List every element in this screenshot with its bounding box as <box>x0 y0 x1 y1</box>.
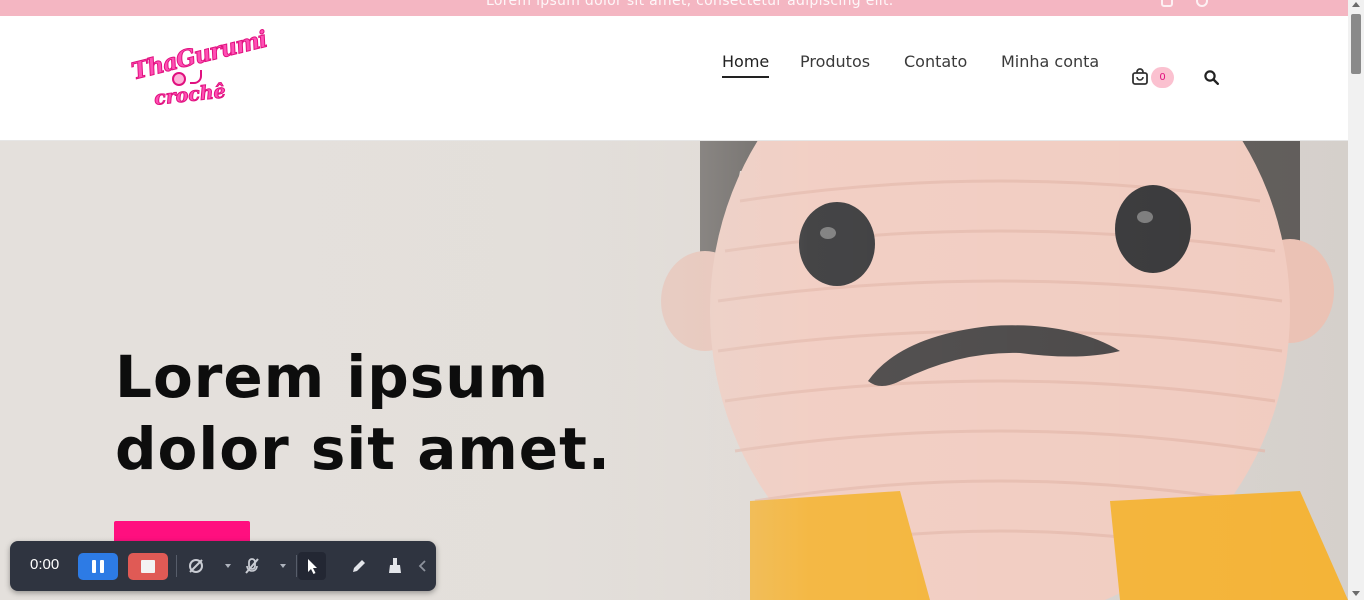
camera-off-icon[interactable] <box>182 552 210 580</box>
mic-off-icon[interactable] <box>238 552 266 580</box>
nav-item-minha-conta[interactable]: Minha conta <box>1001 52 1099 71</box>
active-nav-underline <box>722 76 770 78</box>
search-icon[interactable] <box>1204 70 1219 85</box>
hero-heading: Lorem ipsum dolor sit amet. <box>115 343 611 483</box>
camera-options-chevron-down-icon[interactable] <box>225 564 231 568</box>
nav-item-label: Home <box>722 52 770 71</box>
hero-banner: Lorem ipsum dolor sit amet. <box>0 141 1348 600</box>
pointer-icon[interactable] <box>298 552 326 580</box>
logo-text-bottom: crochê <box>153 80 228 110</box>
page-scrollbar[interactable] <box>1348 0 1364 600</box>
nav-item-label: Contato <box>904 52 968 71</box>
cart-icon[interactable] <box>1131 68 1149 86</box>
whatsapp-icon[interactable] <box>1196 0 1208 7</box>
screen-recorder-toolbar: 0:00 <box>10 541 436 591</box>
recording-timer: 0:00 <box>30 556 60 573</box>
instagram-icon[interactable] <box>1161 0 1173 7</box>
nav-item-label: Minha conta <box>1001 52 1100 71</box>
pause-recording-button[interactable] <box>78 553 118 580</box>
nav-item-contato[interactable]: Contato <box>904 52 967 71</box>
cart-count-badge[interactable]: 0 <box>1151 67 1174 88</box>
nav-item-produtos[interactable]: Produtos <box>800 52 870 71</box>
nav-item-label: Produtos <box>800 52 871 71</box>
top-announcement-bar: Lorem ipsum dolor sit amet, consectetur … <box>0 0 1348 16</box>
stop-recording-button[interactable] <box>128 553 168 580</box>
scroll-up-arrow-icon[interactable] <box>1352 2 1360 7</box>
nav-item-home[interactable]: Home <box>722 52 770 78</box>
scrollbar-thumb[interactable] <box>1351 14 1361 74</box>
eraser-icon[interactable] <box>381 552 409 580</box>
toolbar-divider <box>296 555 297 577</box>
collapse-chevron-left-icon[interactable] <box>414 552 430 580</box>
toolbar-divider <box>176 555 177 577</box>
mic-options-chevron-down-icon[interactable] <box>280 564 286 568</box>
scroll-down-arrow-icon[interactable] <box>1352 591 1360 596</box>
announcement-text: Lorem ipsum dolor sit amet, consectetur … <box>486 0 894 9</box>
pen-icon[interactable] <box>345 552 373 580</box>
